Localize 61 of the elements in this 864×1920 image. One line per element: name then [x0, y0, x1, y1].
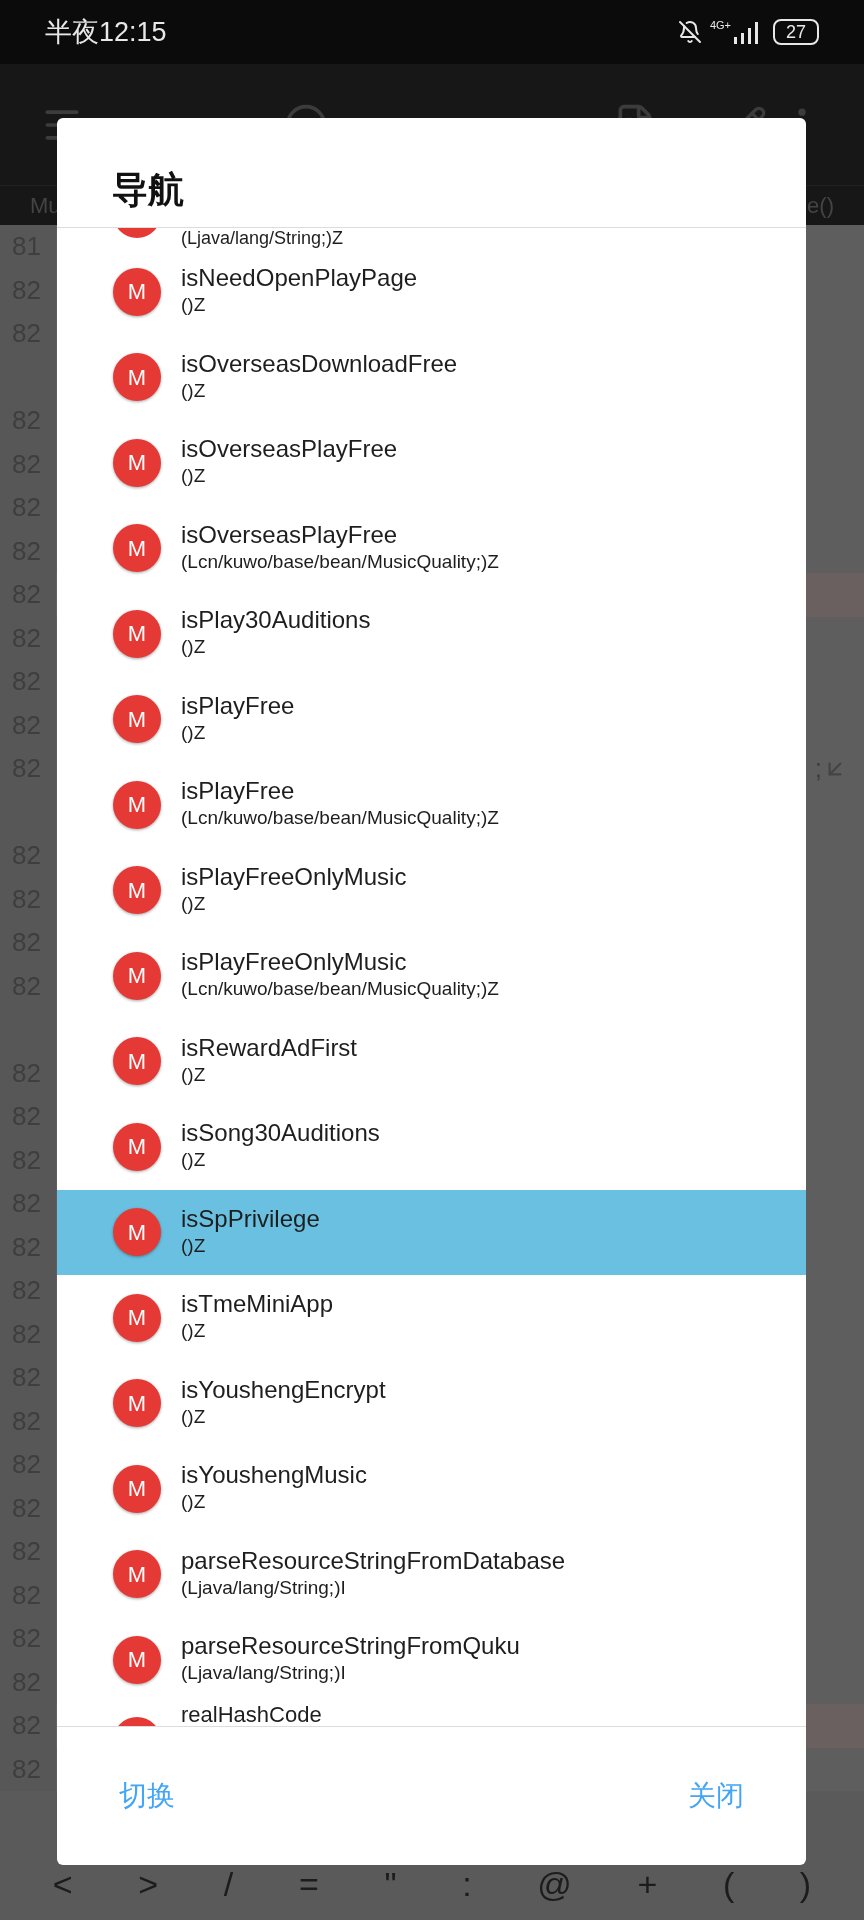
method-name: parseResourceStringFromDatabase [181, 1545, 566, 1576]
method-signature: ()Z [181, 1490, 207, 1514]
method-badge-icon: M [113, 267, 161, 316]
code-text: ; [814, 752, 822, 786]
signal-icon [733, 19, 759, 45]
method-signature: ()Z [181, 1233, 207, 1258]
method-name: isYoushengMusic [181, 1460, 367, 1490]
method-signature: (Ljava/lang/String;)I [181, 1661, 347, 1685]
method-name: isSong30Auditions [181, 1118, 380, 1148]
method-badge-icon: M [113, 1037, 161, 1086]
method-name: realHashCode [181, 1702, 322, 1726]
dialog-title: 导航 [112, 169, 184, 210]
method-badge-icon: M [113, 524, 161, 573]
method-signature: (Ljava/lang/String;)Z [181, 228, 344, 249]
method-badge-icon: M [113, 1550, 161, 1599]
method-badge-icon: M [113, 866, 161, 915]
method-badge-icon: M [113, 1379, 161, 1428]
method-name: isOverseasPlayFree [181, 519, 399, 550]
method-name: isOverseasDownloadFree [181, 348, 458, 379]
method-name: isTmeMiniApp [181, 1289, 334, 1319]
method-name: isOverseasPlayFree [181, 434, 398, 464]
method-signature: ()Z [181, 720, 207, 745]
method-badge-icon: M [113, 609, 161, 658]
method-name: parseResourceStringFromQuku [181, 1631, 520, 1661]
method-signature: ()Z [181, 378, 207, 403]
method-badge-icon: M [113, 1635, 161, 1684]
method-signature: ()Z [181, 1404, 207, 1429]
method-name: isRewardAdFirst [181, 1032, 358, 1063]
method-signature: (Lcn/kuwo/base/bean/MusicQuality;)Z [181, 806, 499, 830]
status-time: 半夜12:15 [45, 15, 167, 49]
method-name: isYoushengEncrypt [181, 1374, 386, 1405]
method-badge-icon: M [113, 353, 161, 402]
method-signature: ()Z [181, 1062, 207, 1087]
method-signature: ()Z [181, 464, 207, 488]
method-signature: ()Z [181, 1319, 207, 1343]
method-name: isPlayFreeOnlyMusic [181, 861, 407, 892]
method-badge-icon: M [113, 951, 161, 1000]
method-badge-icon: M [113, 1464, 161, 1513]
method-signature: ()Z [181, 293, 207, 317]
method-name: isPlayFree [181, 690, 295, 721]
method-badge-icon: M [113, 695, 161, 744]
method-signature: (Lcn/kuwo/base/bean/MusicQuality;)Z [181, 549, 499, 574]
method-name: isPlay30Auditions [181, 605, 371, 635]
method-badge-icon: M [113, 780, 161, 829]
method-badge-icon: M [113, 1122, 161, 1171]
method-name: isPlayFree [181, 776, 296, 806]
method-signature: (Lcn/kuwo/base/bean/MusicQuality;)Z [181, 977, 499, 1001]
battery-icon: 27 [773, 19, 819, 45]
method-badge-icon: M [113, 1208, 161, 1257]
method-name: isSpPrivilege [181, 1203, 320, 1234]
method-name: isPlayFreeOnlyMusic [181, 947, 408, 977]
network-label: 4G+ [709, 19, 731, 31]
method-item[interactable]: M isSpPrivilege ()Z [57, 1189, 806, 1275]
method-signature: ()Z [181, 635, 207, 659]
method-name: isNeedOpenPlayPage [181, 263, 418, 293]
mute-icon [677, 20, 702, 44]
method-signature: ()Z [181, 891, 207, 916]
method-badge-icon: M [113, 1293, 161, 1342]
method-signature: ()Z [181, 1148, 207, 1172]
method-badge-icon: M [113, 438, 161, 487]
method-signature: (Ljava/lang/String;)I [181, 1575, 347, 1600]
